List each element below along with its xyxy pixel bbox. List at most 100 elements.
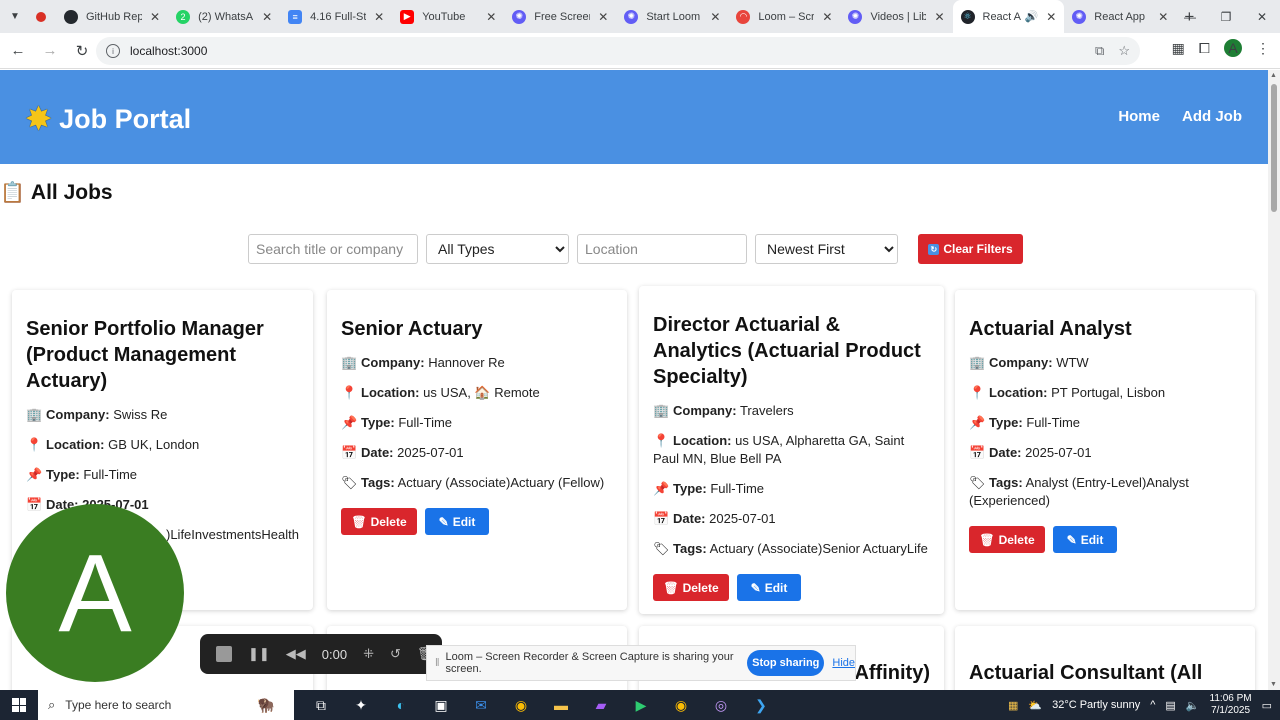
stop-sharing-button[interactable]: Stop sharing (747, 650, 825, 676)
delete-button[interactable]: 🗑 Delete (969, 526, 1045, 553)
url-bar[interactable]: i localhost:3000 ⧉ ☆ (96, 37, 1140, 65)
draw-icon[interactable]: ⁜ (363, 646, 374, 662)
job-title: Senior Portfolio Manager (Product Manage… (26, 318, 264, 392)
tray-app-icon[interactable]: ▦ (1008, 699, 1018, 712)
drag-handle-icon[interactable]: ‖ (435, 657, 440, 669)
file-explorer-icon[interactable]: ▬ (552, 697, 570, 714)
media-player-icon[interactable]: ▰ (592, 697, 610, 714)
scroll-down-icon[interactable]: ▼ (1270, 681, 1277, 688)
delete-button[interactable]: 🗑 Delete (341, 508, 417, 535)
delete-button[interactable]: 🗑 Delete (653, 574, 729, 601)
close-icon[interactable]: ✕ (486, 10, 496, 24)
browser-tab[interactable]: ▶ YouTube ✕ (392, 0, 504, 33)
scroll-thumb[interactable] (1271, 84, 1277, 212)
browser-tab[interactable]: 2 (2) WhatsA ✕ (168, 0, 280, 33)
tray-chevron-icon[interactable]: ^ (1150, 699, 1155, 711)
volume-icon[interactable]: 🔈 (1186, 699, 1200, 712)
media-icon[interactable]: ▦ (1172, 40, 1185, 57)
cast-icon[interactable]: ⧉ (1095, 43, 1104, 59)
close-icon[interactable]: ✕ (374, 10, 384, 24)
site-info-icon[interactable]: i (106, 44, 120, 58)
edit-button[interactable]: ✎ Edit (1053, 526, 1117, 553)
sharing-text: Loom – Screen Recorder & Screen Capture … (445, 651, 734, 675)
close-icon[interactable]: ✕ (710, 10, 720, 24)
location-row: 📍 Location: PT Portugal, Lisbon (969, 385, 1166, 400)
browser-tab[interactable]: ✺ Free Screen ✕ (504, 0, 616, 33)
tab-search-chevron-icon[interactable]: ▼ (0, 0, 30, 33)
loom-camera-avatar[interactable]: A (6, 504, 184, 682)
weather-text[interactable]: 32°C Partly sunny (1052, 699, 1140, 711)
forward-icon[interactable]: → (36, 42, 64, 59)
chrome-active-icon[interactable]: ◉ (672, 697, 690, 714)
search-input[interactable] (248, 234, 418, 264)
calendar-icon: 📅 (653, 511, 670, 526)
browser-tab[interactable]: ✺ Start Loom ✕ (616, 0, 728, 33)
rewind-icon[interactable]: ◀◀ (286, 646, 306, 662)
card-actions: 🗑 Delete ✎ Edit (653, 574, 930, 601)
close-icon[interactable]: ✕ (150, 10, 160, 24)
calendar-icon: 📅 (26, 497, 43, 512)
job-title: Actuarial Consultant (All (969, 662, 1203, 684)
back-icon[interactable]: ← (4, 42, 32, 59)
restore-icon[interactable]: ❐ (1208, 0, 1244, 33)
browser-tab[interactable]: ✺ React App ✕ (1064, 0, 1176, 33)
copilot-icon[interactable]: ✦ (352, 697, 370, 714)
building-icon: 🏢 (26, 407, 43, 422)
clock[interactable]: 11:06 PM 7/1/2025 (1210, 693, 1252, 717)
browser-tab[interactable]: ◠ Loom – Scr ✕ (728, 0, 840, 33)
edit-button[interactable]: ✎ Edit (425, 508, 489, 535)
nav-add-job-link[interactable]: Add Job (1182, 108, 1242, 125)
speaker-icon[interactable]: 🔊 (1025, 10, 1039, 23)
location-input[interactable] (577, 234, 747, 264)
clear-filters-button[interactable]: ↻ Clear Filters (918, 234, 1023, 264)
tag-icon: 🏷 (969, 475, 986, 490)
extensions-icon[interactable]: ⧠ (1199, 40, 1210, 57)
nav-home-link[interactable]: Home (1118, 108, 1160, 125)
bookmark-star-icon[interactable]: ☆ (1118, 43, 1130, 59)
hide-link[interactable]: Hide (832, 657, 855, 669)
close-icon[interactable]: ✕ (262, 10, 272, 24)
github-desktop-icon[interactable]: ◎ (712, 697, 730, 714)
notification-icon[interactable]: ▭ (1262, 699, 1272, 712)
close-icon[interactable]: ✕ (1158, 10, 1168, 24)
edit-button[interactable]: ✎ Edit (737, 574, 801, 601)
browser-tab[interactable]: ✺ Videos | Lib ✕ (840, 0, 952, 33)
close-window-icon[interactable]: ✕ (1244, 0, 1280, 33)
chrome-icon[interactable]: ◉ (512, 697, 530, 714)
sort-select[interactable]: Newest First (755, 234, 898, 264)
search-icon: ⌕ (48, 697, 56, 712)
close-icon[interactable]: ✕ (934, 10, 944, 24)
close-icon[interactable]: ✕ (1046, 10, 1056, 24)
type-select[interactable]: All Types (426, 234, 569, 264)
scroll-up-icon[interactable]: ▲ (1270, 72, 1277, 79)
close-icon[interactable]: ✕ (822, 10, 832, 24)
edge-icon[interactable]: ◐ (392, 697, 410, 714)
restart-icon[interactable]: ↺ (390, 646, 401, 662)
store-icon[interactable]: ▣ (432, 697, 450, 714)
close-icon[interactable]: ✕ (598, 10, 608, 24)
task-view-icon[interactable]: ⧉ (312, 697, 330, 714)
refresh-icon: ↻ (928, 243, 940, 255)
vscode-icon[interactable]: ❯ (752, 697, 770, 714)
search-highlight-icon[interactable]: 🦬 (238, 690, 294, 720)
start-button[interactable] (0, 698, 38, 712)
stop-recording-icon[interactable] (216, 646, 232, 662)
outlook-icon[interactable]: ✉ (472, 697, 490, 714)
pause-icon[interactable]: ❚❚ (248, 646, 270, 662)
browser-tab[interactable]: GitHub Rep ✕ (56, 0, 168, 33)
profile-avatar[interactable]: A (1224, 39, 1242, 57)
taskbar-search[interactable]: ⌕ Type here to search (38, 690, 238, 720)
taskbar-search-placeholder: Type here to search (65, 698, 172, 712)
network-icon[interactable]: ▤ (1165, 699, 1175, 712)
recording-timer: 0:00 (321, 646, 348, 662)
minimize-icon[interactable]: — (1172, 0, 1208, 33)
browser-tab-active[interactable]: ⚛ React A 🔊 ✕ (952, 0, 1065, 33)
menu-kebab-icon[interactable]: ⋮ (1256, 40, 1270, 57)
powerautomate-icon[interactable]: ▶ (632, 697, 650, 714)
browser-tab[interactable]: ≡ 4.16 Full-St ✕ (280, 0, 392, 33)
page-scrollbar[interactable]: ▲ ▼ (1268, 70, 1280, 690)
reload-icon[interactable]: ↻ (68, 42, 96, 60)
brand[interactable]: ✸ Job Portal (26, 102, 191, 137)
browser-tab[interactable] (30, 0, 56, 33)
page-title: 📋 All Jobs (0, 180, 113, 205)
